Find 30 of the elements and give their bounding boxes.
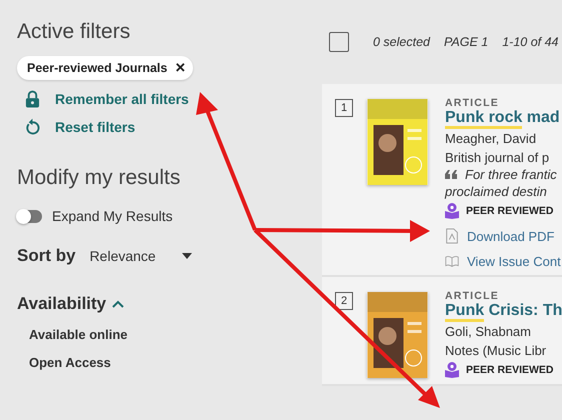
result-link[interactable]: Download PDF xyxy=(467,228,554,244)
abstract-snippet: For three frantic xyxy=(465,167,557,182)
result-number: 1 xyxy=(335,99,353,117)
result-number: 2 xyxy=(335,292,353,310)
toggle-label: Expand My Results xyxy=(52,208,173,224)
journal-name: Notes (Music Libr xyxy=(445,343,548,358)
facet-heading[interactable]: Availability xyxy=(17,294,106,314)
abstract-snippet: proclaimed destin xyxy=(445,184,547,199)
remember-filters-link[interactable]: Remember all filters xyxy=(55,91,189,107)
result-title-link[interactable]: Punk rock mad xyxy=(445,109,561,127)
filter-chip[interactable]: Peer-reviewed Journals × xyxy=(17,56,194,80)
peer-reviewed-label: PEER REVIEWED xyxy=(466,364,554,376)
result-range: 1-10 of 44 xyxy=(502,35,559,49)
author-name: Meagher, David xyxy=(445,131,538,146)
result-title-link[interactable]: Punk Crisis: Th xyxy=(445,302,562,320)
selected-count: 0 selected xyxy=(373,35,430,49)
facet-item[interactable]: Open Access xyxy=(29,355,111,370)
journal-name: British journal of p xyxy=(445,150,550,165)
peer-reviewed-label: PEER REVIEWED xyxy=(466,205,554,217)
section-heading: Active filters xyxy=(17,20,130,44)
author-name: Goli, Shabnam xyxy=(445,324,532,339)
page-label: PAGE 1 xyxy=(444,35,488,49)
facet-item[interactable]: Available online xyxy=(29,327,128,342)
reset-filters-link[interactable]: Reset filters xyxy=(55,119,136,135)
sort-dropdown[interactable]: Relevance xyxy=(90,248,192,264)
section-heading: Modify my results xyxy=(17,166,180,190)
result-type: ARTICLE xyxy=(445,290,500,302)
result-type: ARTICLE xyxy=(445,97,500,109)
result-link[interactable]: View Issue Cont xyxy=(467,254,561,268)
sort-label: Sort by xyxy=(17,246,76,266)
